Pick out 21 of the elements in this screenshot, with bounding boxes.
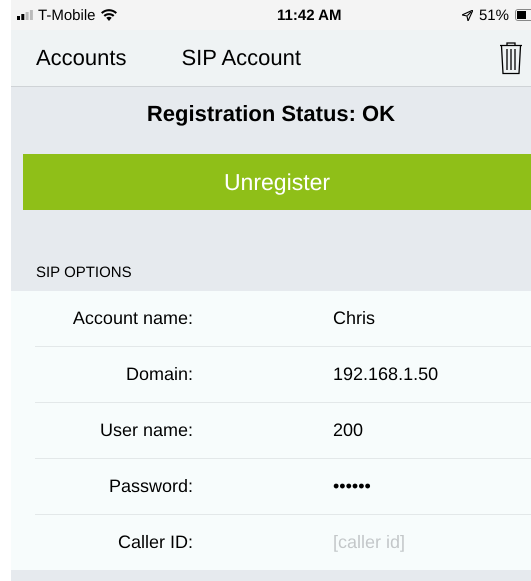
- screen-title: SIP Account: [182, 45, 301, 71]
- field-label: Caller ID:: [116, 532, 193, 553]
- wifi-icon: [100, 9, 117, 21]
- input-field[interactable]: 192.168.1.50: [333, 364, 513, 385]
- location-arrow-icon: [462, 10, 473, 20]
- input-field[interactable]: Chris: [333, 308, 513, 329]
- section-header: SIP OPTIONS: [35, 263, 133, 283]
- back-button[interactable]: Accounts: [11, 45, 126, 71]
- battery-icon: [514, 9, 531, 21]
- registration-status: Registration Status: OK: [146, 101, 396, 127]
- input-field[interactable]: 200: [333, 420, 513, 441]
- battery-percent: 51%: [478, 6, 509, 24]
- trash-icon[interactable]: [499, 42, 523, 74]
- clock-time: 11:42 AM: [277, 6, 342, 24]
- field-label: Account name:: [72, 308, 193, 329]
- field-label: User name:: [98, 420, 193, 441]
- signal-icon: [17, 10, 33, 20]
- carrier-name: T-Mobile: [38, 6, 96, 24]
- field-label: Password:: [108, 476, 193, 497]
- field-label: Domain:: [124, 364, 193, 385]
- input-field[interactable]: ••••••: [333, 476, 513, 497]
